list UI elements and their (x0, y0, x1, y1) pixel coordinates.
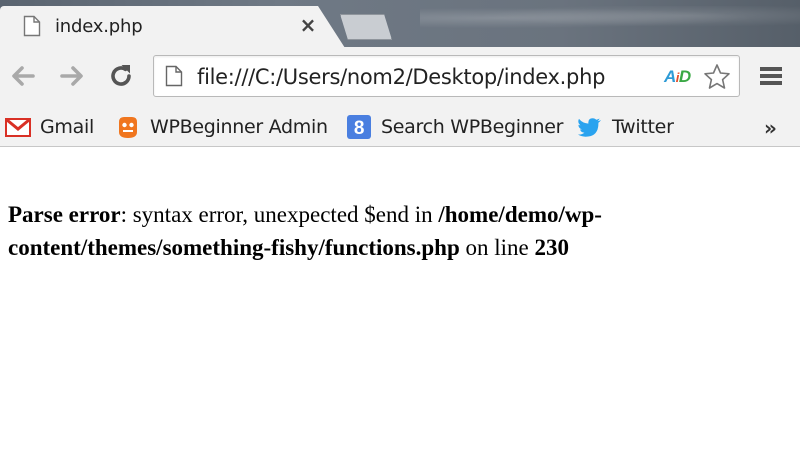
back-button[interactable] (6, 59, 40, 93)
php-error-message: Parse error: syntax error, unexpected $e… (8, 198, 768, 264)
bookmark-label: Twitter (612, 116, 674, 138)
url-text[interactable]: file:///C:/Users/nom2/Desktop/index.php (197, 65, 605, 89)
bookmark-label: Search WPBeginner (381, 116, 564, 138)
ext-letter-d: D (678, 67, 691, 86)
bookmark-label: Gmail (40, 116, 94, 138)
new-tab-button[interactable] (340, 14, 392, 40)
bookmark-label: WPBeginner Admin (150, 116, 328, 138)
page-icon (23, 15, 41, 37)
aid-extension-icon[interactable]: AiD (664, 67, 691, 87)
bookmark-search-wpbeginner[interactable]: 8 Search WPBeginner (346, 111, 563, 143)
bookmark-wpbeginner-admin[interactable]: WPBeginner Admin (115, 111, 328, 143)
forward-arrow-icon (60, 66, 83, 86)
forward-button[interactable] (55, 59, 89, 93)
page-info-icon[interactable] (165, 65, 183, 87)
error-label: Parse error (8, 202, 121, 227)
reload-icon (111, 65, 131, 86)
error-on-line: on line (459, 235, 535, 260)
tab-strip: index.php × (0, 0, 800, 47)
bookmarks-bar: Gmail WPBeginner Admin 8 Search WPBeginn… (0, 107, 800, 147)
bookmark-twitter[interactable]: Twitter (577, 111, 674, 143)
gmail-icon (5, 118, 31, 137)
tab-index-php[interactable] (0, 6, 345, 47)
back-arrow-icon (12, 66, 35, 86)
tab-title[interactable]: index.php (55, 16, 143, 37)
svg-text:8: 8 (354, 118, 364, 139)
bookmarks-overflow-chevron-icon[interactable]: » (764, 116, 777, 140)
reload-button[interactable] (104, 59, 138, 93)
twitter-icon (578, 118, 601, 137)
address-bar[interactable]: file:///C:/Users/nom2/Desktop/index.php … (153, 55, 740, 97)
hamburger-menu-icon[interactable] (758, 61, 784, 91)
error-line-number: 230 (534, 235, 569, 260)
google-search-icon: 8 (347, 115, 371, 139)
ext-letter-a: A (664, 67, 676, 86)
star-icon[interactable] (702, 62, 732, 92)
toolbar: file:///C:/Users/nom2/Desktop/index.php … (0, 47, 800, 107)
bookmark-gmail[interactable]: Gmail (5, 111, 94, 143)
error-message: : syntax error, unexpected $end in (120, 202, 439, 227)
wpbeginner-icon (119, 117, 137, 138)
tab-close-icon[interactable]: × (298, 14, 318, 36)
